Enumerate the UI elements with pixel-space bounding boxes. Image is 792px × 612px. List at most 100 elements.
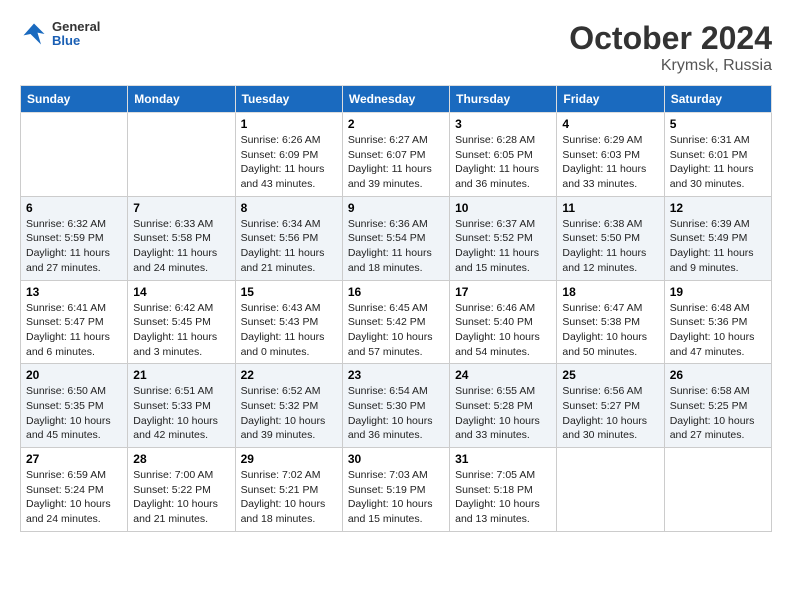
cell-details: Sunrise: 6:26 AMSunset: 6:09 PMDaylight:…	[241, 133, 337, 192]
cell-details: Sunrise: 7:00 AMSunset: 5:22 PMDaylight:…	[133, 468, 229, 527]
calendar-cell: 15 Sunrise: 6:43 AMSunset: 5:43 PMDayligh…	[235, 280, 342, 364]
calendar-cell: 23 Sunrise: 6:54 AMSunset: 5:30 PMDayligh…	[342, 364, 449, 448]
logo-icon	[20, 20, 48, 48]
week-row-5: 27 Sunrise: 6:59 AMSunset: 5:24 PMDayligh…	[21, 448, 772, 532]
day-number: 30	[348, 452, 444, 466]
week-row-1: 1 Sunrise: 6:26 AMSunset: 6:09 PMDaylight…	[21, 113, 772, 197]
cell-details: Sunrise: 6:33 AMSunset: 5:58 PMDaylight:…	[133, 217, 229, 276]
cell-details: Sunrise: 6:41 AMSunset: 5:47 PMDaylight:…	[26, 301, 122, 360]
day-number: 27	[26, 452, 122, 466]
cell-details: Sunrise: 6:39 AMSunset: 5:49 PMDaylight:…	[670, 217, 766, 276]
day-number: 1	[241, 117, 337, 131]
calendar-cell: 7Sunrise: 6:33 AMSunset: 5:58 PMDaylight…	[128, 196, 235, 280]
calendar-cell: 4 Sunrise: 6:29 AMSunset: 6:03 PMDaylight…	[557, 113, 664, 197]
cell-details: Sunrise: 6:34 AMSunset: 5:56 PMDaylight:…	[241, 217, 337, 276]
week-row-2: 6Sunrise: 6:32 AMSunset: 5:59 PMDaylight…	[21, 196, 772, 280]
cell-details: Sunrise: 6:48 AMSunset: 5:36 PMDaylight:…	[670, 301, 766, 360]
cell-details: Sunrise: 6:37 AMSunset: 5:52 PMDaylight:…	[455, 217, 551, 276]
day-number: 6	[26, 201, 122, 215]
day-number: 15	[241, 285, 337, 299]
cell-details: Sunrise: 6:31 AMSunset: 6:01 PMDaylight:…	[670, 133, 766, 192]
day-number: 13	[26, 285, 122, 299]
cell-details: Sunrise: 6:43 AMSunset: 5:43 PMDaylight:…	[241, 301, 337, 360]
cell-details: Sunrise: 7:05 AMSunset: 5:18 PMDaylight:…	[455, 468, 551, 527]
day-number: 11	[562, 201, 658, 215]
cell-details: Sunrise: 6:36 AMSunset: 5:54 PMDaylight:…	[348, 217, 444, 276]
calendar-cell	[664, 448, 771, 532]
cell-details: Sunrise: 6:54 AMSunset: 5:30 PMDaylight:…	[348, 384, 444, 443]
day-number: 8	[241, 201, 337, 215]
calendar-cell: 3Sunrise: 6:28 AMSunset: 6:05 PMDaylight…	[450, 113, 557, 197]
calendar-cell: 13 Sunrise: 6:41 AMSunset: 5:47 PMDayligh…	[21, 280, 128, 364]
calendar-cell: 18 Sunrise: 6:47 AMSunset: 5:38 PMDayligh…	[557, 280, 664, 364]
weekday-header-sunday: Sunday	[21, 86, 128, 113]
calendar-cell	[21, 113, 128, 197]
day-number: 9	[348, 201, 444, 215]
cell-details: Sunrise: 6:46 AMSunset: 5:40 PMDaylight:…	[455, 301, 551, 360]
day-number: 4	[562, 117, 658, 131]
calendar-cell: 14 Sunrise: 6:42 AMSunset: 5:45 PMDayligh…	[128, 280, 235, 364]
calendar-table: SundayMondayTuesdayWednesdayThursdayFrid…	[20, 85, 772, 532]
cell-details: Sunrise: 6:55 AMSunset: 5:28 PMDaylight:…	[455, 384, 551, 443]
weekday-header-thursday: Thursday	[450, 86, 557, 113]
day-number: 3	[455, 117, 551, 131]
day-number: 29	[241, 452, 337, 466]
calendar-cell: 5 Sunrise: 6:31 AMSunset: 6:01 PMDaylight…	[664, 113, 771, 197]
logo: General Blue	[20, 20, 100, 49]
calendar-cell: 26 Sunrise: 6:58 AMSunset: 5:25 PMDayligh…	[664, 364, 771, 448]
calendar-cell: 19 Sunrise: 6:48 AMSunset: 5:36 PMDayligh…	[664, 280, 771, 364]
calendar-cell: 17Sunrise: 6:46 AMSunset: 5:40 PMDayligh…	[450, 280, 557, 364]
location: Krymsk, Russia	[569, 57, 772, 75]
day-number: 22	[241, 368, 337, 382]
calendar-cell: 29 Sunrise: 7:02 AMSunset: 5:21 PMDayligh…	[235, 448, 342, 532]
week-row-3: 13 Sunrise: 6:41 AMSunset: 5:47 PMDayligh…	[21, 280, 772, 364]
day-number: 20	[26, 368, 122, 382]
day-number: 10	[455, 201, 551, 215]
day-number: 28	[133, 452, 229, 466]
logo-blue: Blue	[52, 34, 100, 48]
calendar-cell: 24 Sunrise: 6:55 AMSunset: 5:28 PMDayligh…	[450, 364, 557, 448]
calendar-cell: 11Sunrise: 6:38 AMSunset: 5:50 PMDayligh…	[557, 196, 664, 280]
day-number: 26	[670, 368, 766, 382]
calendar-cell: 28 Sunrise: 7:00 AMSunset: 5:22 PMDayligh…	[128, 448, 235, 532]
day-number: 18	[562, 285, 658, 299]
calendar-cell: 16 Sunrise: 6:45 AMSunset: 5:42 PMDayligh…	[342, 280, 449, 364]
month-title: October 2024	[569, 20, 772, 57]
calendar-cell	[557, 448, 664, 532]
logo-text: General Blue	[52, 20, 100, 49]
cell-details: Sunrise: 7:02 AMSunset: 5:21 PMDaylight:…	[241, 468, 337, 527]
cell-details: Sunrise: 6:59 AMSunset: 5:24 PMDaylight:…	[26, 468, 122, 527]
day-number: 16	[348, 285, 444, 299]
cell-details: Sunrise: 6:47 AMSunset: 5:38 PMDaylight:…	[562, 301, 658, 360]
week-row-4: 20Sunrise: 6:50 AMSunset: 5:35 PMDayligh…	[21, 364, 772, 448]
cell-details: Sunrise: 6:56 AMSunset: 5:27 PMDaylight:…	[562, 384, 658, 443]
cell-details: Sunrise: 6:51 AMSunset: 5:33 PMDaylight:…	[133, 384, 229, 443]
cell-details: Sunrise: 6:58 AMSunset: 5:25 PMDaylight:…	[670, 384, 766, 443]
weekday-header-friday: Friday	[557, 86, 664, 113]
day-number: 24	[455, 368, 551, 382]
calendar-cell: 10 Sunrise: 6:37 AMSunset: 5:52 PMDayligh…	[450, 196, 557, 280]
calendar-cell: 30 Sunrise: 7:03 AMSunset: 5:19 PMDayligh…	[342, 448, 449, 532]
calendar-cell: 6Sunrise: 6:32 AMSunset: 5:59 PMDaylight…	[21, 196, 128, 280]
calendar-cell: 20Sunrise: 6:50 AMSunset: 5:35 PMDayligh…	[21, 364, 128, 448]
cell-details: Sunrise: 7:03 AMSunset: 5:19 PMDaylight:…	[348, 468, 444, 527]
weekday-header-saturday: Saturday	[664, 86, 771, 113]
day-number: 5	[670, 117, 766, 131]
cell-details: Sunrise: 6:42 AMSunset: 5:45 PMDaylight:…	[133, 301, 229, 360]
day-number: 23	[348, 368, 444, 382]
logo-general: General	[52, 20, 100, 34]
day-number: 14	[133, 285, 229, 299]
page-header: General Blue October 2024 Krymsk, Russia	[20, 20, 772, 75]
cell-details: Sunrise: 6:45 AMSunset: 5:42 PMDaylight:…	[348, 301, 444, 360]
day-number: 19	[670, 285, 766, 299]
calendar-cell: 27 Sunrise: 6:59 AMSunset: 5:24 PMDayligh…	[21, 448, 128, 532]
calendar-cell	[128, 113, 235, 197]
weekday-header-wednesday: Wednesday	[342, 86, 449, 113]
weekday-header-row: SundayMondayTuesdayWednesdayThursdayFrid…	[21, 86, 772, 113]
calendar-cell: 31Sunrise: 7:05 AMSunset: 5:18 PMDayligh…	[450, 448, 557, 532]
cell-details: Sunrise: 6:29 AMSunset: 6:03 PMDaylight:…	[562, 133, 658, 192]
day-number: 2	[348, 117, 444, 131]
weekday-header-monday: Monday	[128, 86, 235, 113]
calendar-cell: 25Sunrise: 6:56 AMSunset: 5:27 PMDayligh…	[557, 364, 664, 448]
cell-details: Sunrise: 6:27 AMSunset: 6:07 PMDaylight:…	[348, 133, 444, 192]
